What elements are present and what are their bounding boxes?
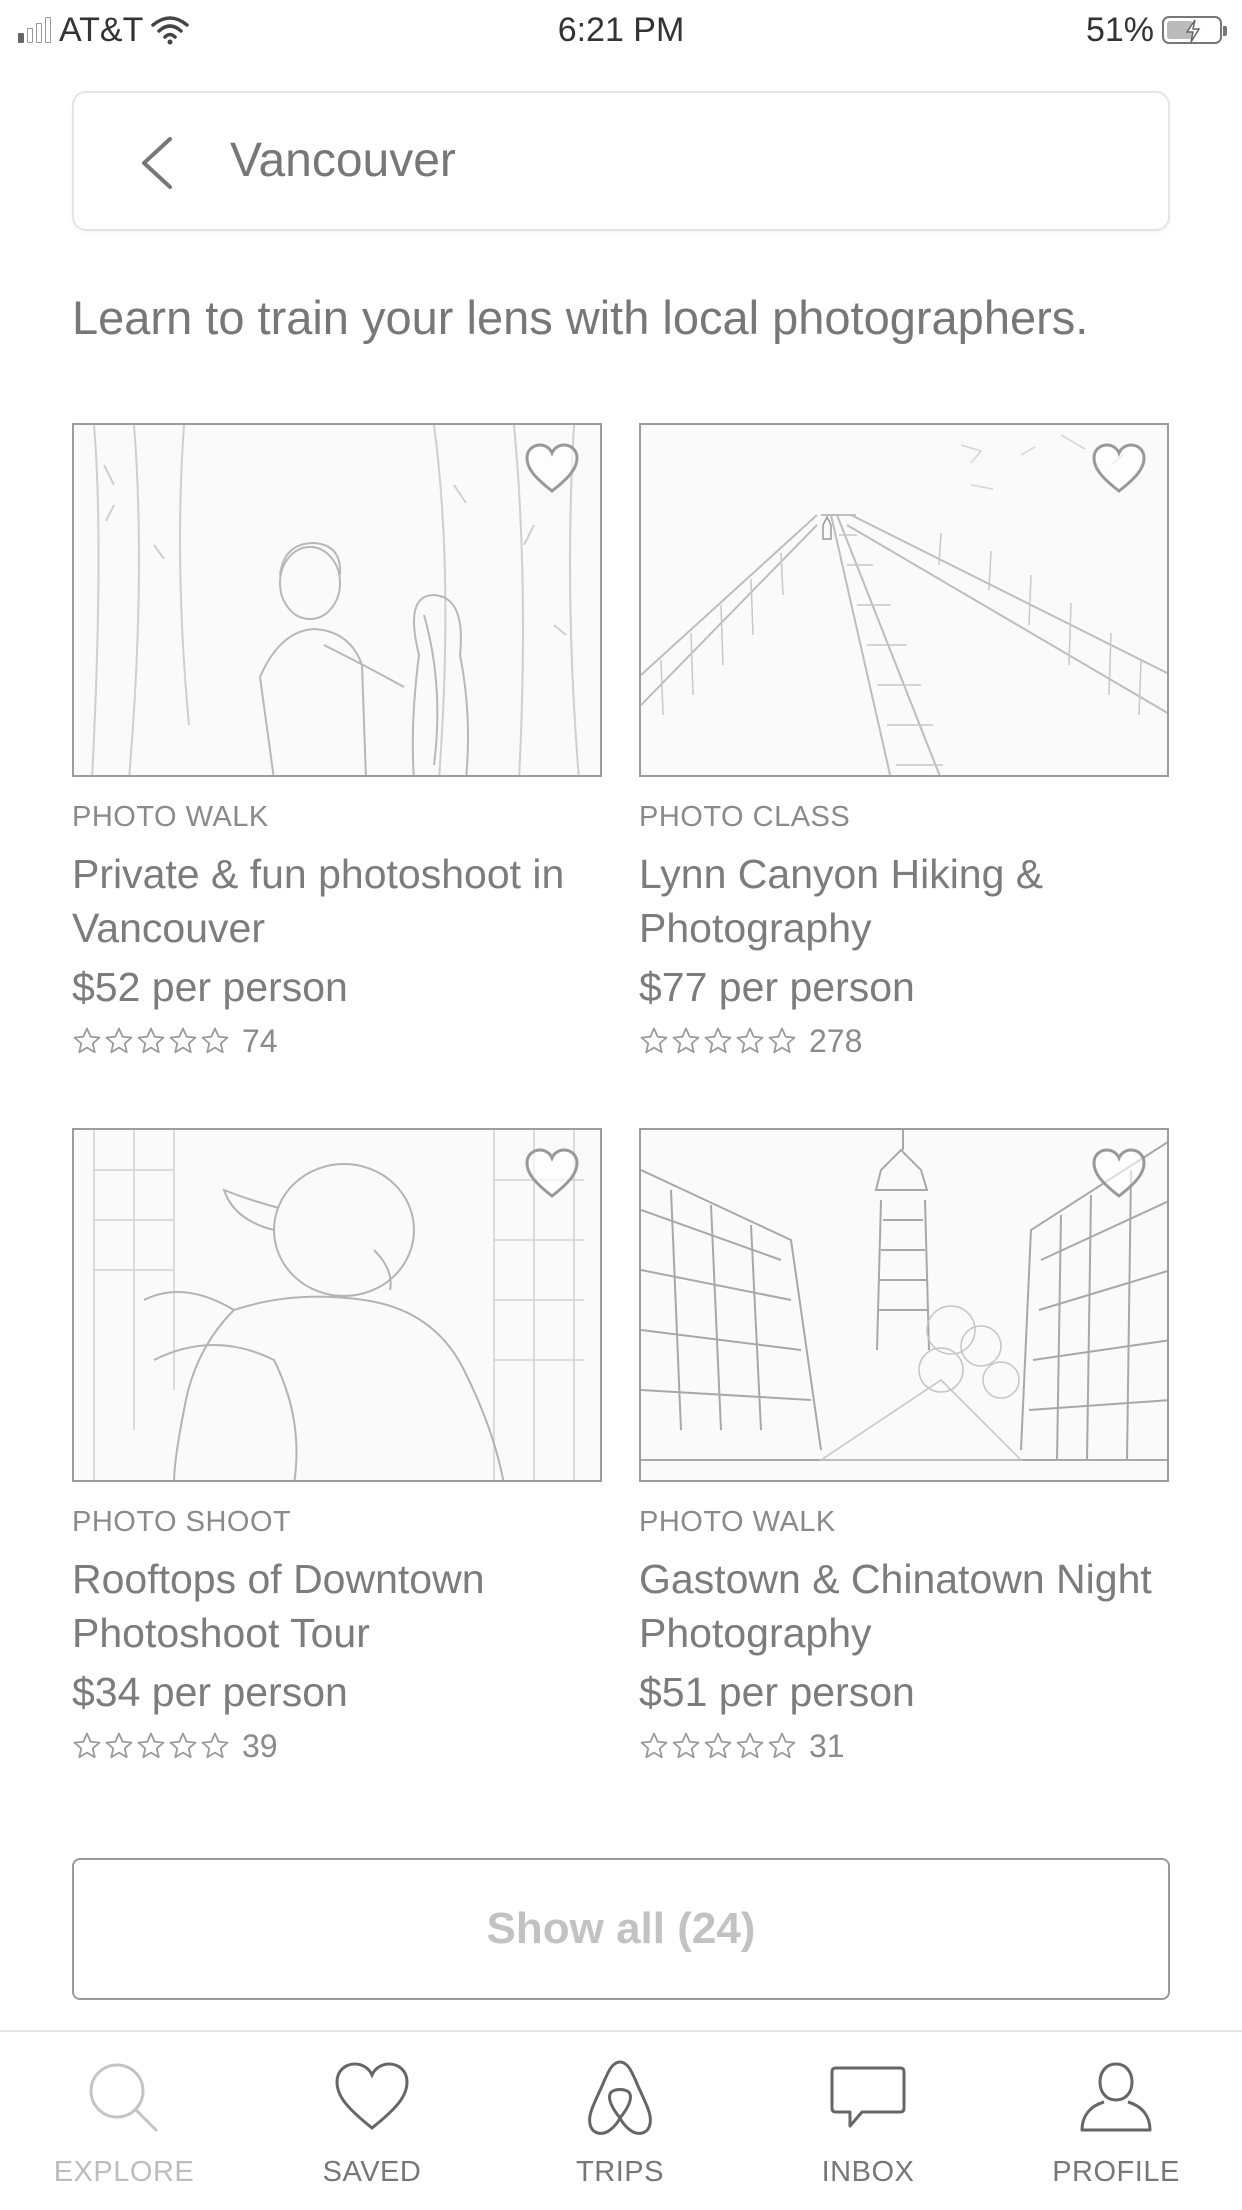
tab-label: INBOX [821, 2156, 915, 2188]
show-all-button[interactable]: Show all (24) [72, 1858, 1170, 2000]
review-count: 278 [809, 1022, 863, 1059]
experience-title: Private & fun photoshoot in Vancouver [72, 851, 565, 951]
experience-title: Gastown & Chinatown Night Photography [639, 1556, 1152, 1656]
experience-rating: 39 [72, 1726, 602, 1766]
search-query[interactable]: Vancouver [230, 93, 456, 229]
experience-category: PHOTO WALK [72, 801, 269, 833]
tab-explore[interactable]: EXPLORE [0, 2032, 248, 2210]
tab-profile[interactable]: PROFILE [992, 2032, 1240, 2210]
heart-icon [525, 1148, 579, 1198]
star-rating-icon [639, 1026, 797, 1056]
experience-rating: 278 [639, 1021, 1169, 1061]
experience-title: Rooftops of Downtown Photoshoot Tour [72, 1556, 485, 1656]
experience-card-rooftops[interactable]: PHOTO SHOOT Rooftops of Downtown Photosh… [72, 1128, 602, 1766]
experience-card-gastown[interactable]: PHOTO WALK Gastown & Chinatown Night Pho… [639, 1128, 1169, 1766]
heart-icon [1092, 443, 1146, 493]
tab-label: TRIPS [576, 2156, 664, 2188]
star-rating-icon [72, 1026, 230, 1056]
experience-rating: 31 [639, 1726, 1169, 1766]
experience-category: PHOTO SHOOT [72, 1506, 292, 1538]
person-icon [1080, 2062, 1152, 2132]
battery-charging-icon [1162, 16, 1227, 44]
experience-card-lynn-canyon[interactable]: PHOTO CLASS Lynn Canyon Hiking & Photogr… [639, 423, 1169, 1061]
review-count: 74 [242, 1022, 278, 1059]
airbnb-logo-icon [588, 2060, 652, 2135]
save-heart-button[interactable] [1091, 443, 1147, 495]
search-bar[interactable]: Vancouver [72, 91, 1170, 231]
experience-price: $52 per person [72, 964, 348, 1010]
tab-label: SAVED [322, 2156, 422, 2188]
status-right: 51% [1085, 10, 1227, 50]
experience-category: PHOTO CLASS [639, 801, 851, 833]
heart-icon [335, 2062, 409, 2130]
tab-trips[interactable]: TRIPS [496, 2032, 744, 2210]
heart-icon [1092, 1148, 1146, 1198]
bottom-tab-bar: EXPLORE SAVED TRIPS INBOX PROFILE [0, 2030, 1242, 2210]
suspension-bridge-photo [639, 423, 1169, 777]
tab-label: PROFILE [1052, 2156, 1180, 2188]
experience-price: $77 per person [639, 964, 915, 1010]
star-rating-icon [639, 1731, 797, 1761]
save-heart-button[interactable] [1091, 1148, 1147, 1200]
review-count: 39 [242, 1727, 278, 1764]
chat-bubble-icon [830, 2066, 906, 2128]
back-button[interactable] [130, 133, 186, 193]
status-time: 6:21 PM [557, 11, 685, 49]
review-count: 31 [809, 1727, 845, 1764]
search-icon [89, 2063, 158, 2132]
tab-inbox[interactable]: INBOX [744, 2032, 992, 2210]
section-headline: Learn to train your lens with local phot… [72, 291, 1089, 344]
experience-price: $34 per person [72, 1669, 348, 1715]
status-bar: AT&T 6:21 PM 51% [0, 0, 1242, 58]
star-rating-icon [72, 1731, 230, 1761]
heart-icon [525, 443, 579, 493]
experience-card-photoshoot[interactable]: PHOTO WALK Private & fun photoshoot in V… [72, 423, 602, 1061]
tab-label: EXPLORE [53, 2156, 195, 2188]
woman-on-rooftop-photo [72, 1128, 602, 1482]
gastown-street-photo [639, 1128, 1169, 1482]
experience-category: PHOTO WALK [639, 1506, 836, 1538]
chevron-left-icon [142, 137, 172, 189]
experience-title: Lynn Canyon Hiking & Photography [639, 851, 1044, 951]
experience-price: $51 per person [639, 1669, 915, 1715]
save-heart-button[interactable] [524, 443, 580, 495]
tab-saved[interactable]: SAVED [248, 2032, 496, 2210]
couple-in-forest-photo [72, 423, 602, 777]
battery-percent: 51% [1085, 10, 1154, 49]
experience-rating: 74 [72, 1021, 602, 1061]
save-heart-button[interactable] [524, 1148, 580, 1200]
